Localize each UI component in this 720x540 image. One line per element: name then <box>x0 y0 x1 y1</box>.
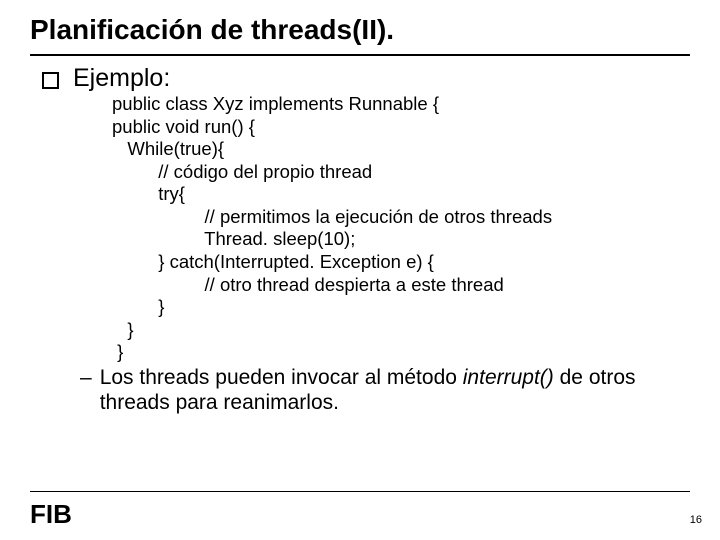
code-line: } <box>112 341 123 362</box>
page-number: 16 <box>690 514 702 526</box>
code-line: } catch(Interrupted. Exception e) { <box>112 251 434 272</box>
bullet2-text: Los threads pueden invocar al método int… <box>100 366 690 416</box>
code-line: // otro thread despierta a este thread <box>112 274 504 295</box>
slide: Planificación de threads(II). Ejemplo: p… <box>0 0 720 540</box>
dash-bullet-icon: – <box>80 366 92 416</box>
code-line: public void run() { <box>112 116 255 137</box>
code-block: public class Xyz implements Runnable { p… <box>0 93 720 364</box>
bullet-level2: – Los threads pueden invocar al método i… <box>0 364 720 416</box>
divider-bottom <box>30 491 690 492</box>
code-line: } <box>112 319 134 340</box>
bullet1-text: Ejemplo: <box>73 64 170 93</box>
code-line: While(true){ <box>112 138 224 159</box>
bullet2-em: interrupt() <box>463 366 554 389</box>
code-line: try{ <box>112 183 185 204</box>
code-line: // código del propio thread <box>112 161 372 182</box>
code-line: public class Xyz implements Runnable { <box>112 93 439 114</box>
logo: FIB <box>30 499 72 530</box>
square-bullet-icon <box>42 72 59 89</box>
bullet-level1: Ejemplo: <box>0 56 720 93</box>
code-line: } <box>112 296 164 317</box>
bullet2-pre: Los threads pueden invocar al método <box>100 366 463 389</box>
slide-title: Planificación de threads(II). <box>0 0 720 50</box>
code-line: Thread. sleep(10); <box>112 228 355 249</box>
code-line: // permitimos la ejecución de otros thre… <box>112 206 552 227</box>
